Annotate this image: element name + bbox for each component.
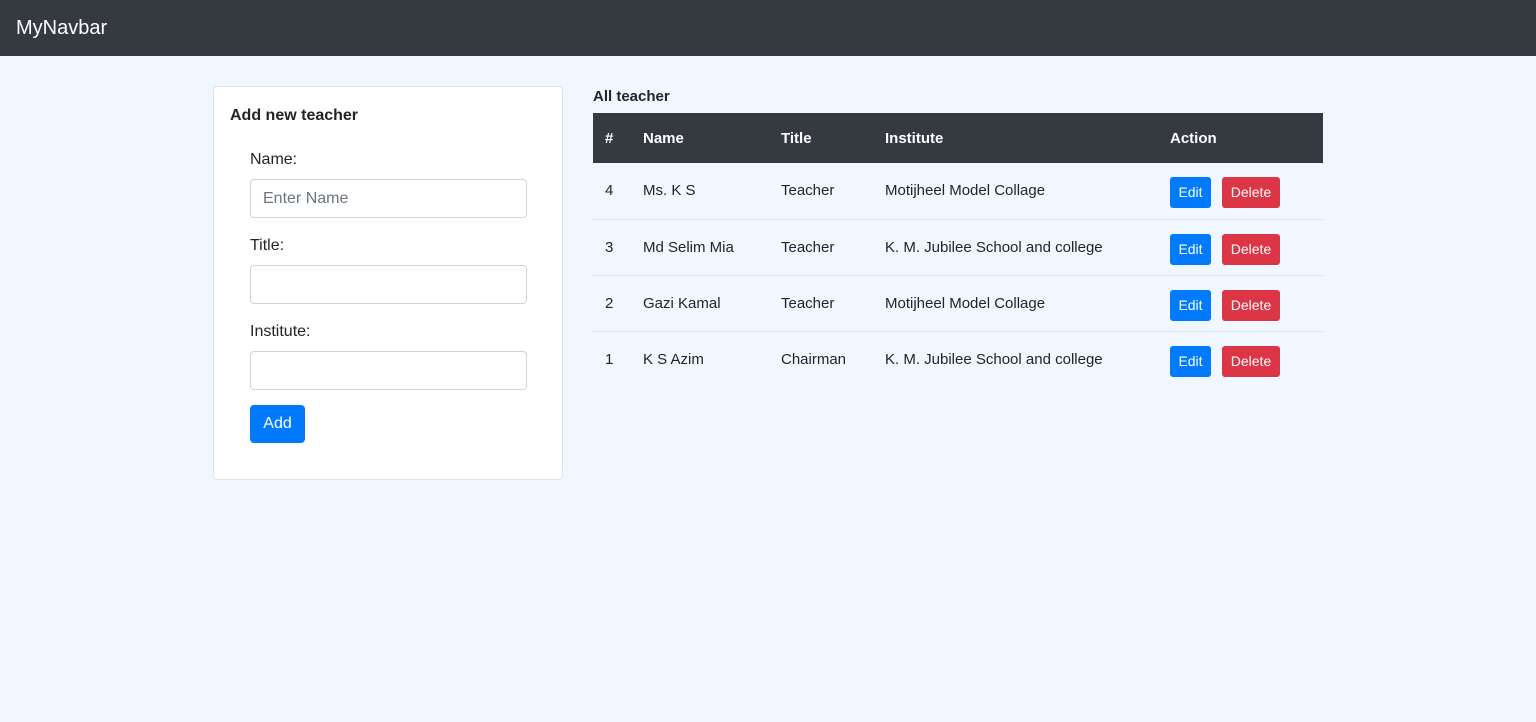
row-institute: K. M. Jubilee School and college	[885, 350, 1103, 368]
institute-input[interactable]	[250, 351, 527, 390]
edit-button[interactable]: Edit	[1170, 289, 1211, 321]
add-teacher-title: Add new teacher	[230, 107, 359, 124]
delete-button[interactable]: Delete	[1222, 177, 1280, 209]
column-header-name: Name	[643, 129, 684, 147]
row-id: 3	[605, 238, 614, 256]
row-name: K S Azim	[643, 350, 704, 368]
navbar: MyNavbar	[0, 0, 1536, 56]
add-button[interactable]: Add	[250, 405, 305, 443]
column-header-institute: Institute	[885, 129, 944, 147]
row-title: Chairman	[781, 350, 847, 368]
row-institute: Motijheel Model Collage	[885, 182, 1046, 200]
delete-button[interactable]: Delete	[1222, 345, 1280, 377]
column-header-title: Title	[781, 129, 812, 147]
table-heading: All teacher	[593, 88, 670, 105]
table-header-row: # Name Title Institute Action	[593, 113, 1323, 163]
table-row: 3 Md Selim Mia Teacher K. M. Jubilee Sch…	[593, 219, 1323, 275]
delete-button[interactable]: Delete	[1222, 233, 1280, 265]
row-id: 2	[605, 294, 614, 312]
column-header-action: Action	[1170, 129, 1217, 147]
row-name: Md Selim Mia	[643, 238, 734, 256]
navbar-brand[interactable]: MyNavbar	[16, 18, 107, 38]
row-actions: Edit Delete	[1170, 331, 1323, 387]
title-input[interactable]	[250, 265, 527, 304]
row-actions: Edit Delete	[1170, 275, 1323, 331]
add-teacher-card: Add new teacher Name: Title: Institute: …	[213, 86, 563, 480]
row-institute: Motijheel Model Collage	[885, 294, 1046, 312]
row-title: Teacher	[781, 182, 835, 200]
edit-button[interactable]: Edit	[1170, 345, 1211, 377]
column-header-number: #	[605, 129, 614, 147]
delete-button[interactable]: Delete	[1222, 289, 1280, 321]
row-title: Teacher	[781, 238, 835, 256]
institute-label: Institute:	[250, 323, 311, 340]
edit-button[interactable]: Edit	[1170, 177, 1211, 209]
row-actions: Edit Delete	[1170, 163, 1323, 219]
title-label: Title:	[250, 237, 285, 254]
table-row: 4 Ms. K S Teacher Motijheel Model Collag…	[593, 163, 1323, 219]
row-id: 1	[605, 350, 614, 368]
row-title: Teacher	[781, 294, 835, 312]
table-row: 1 K S Azim Chairman K. M. Jubilee School…	[593, 331, 1323, 387]
teacher-table: # Name Title Institute Action 4 Ms. K S …	[593, 113, 1323, 387]
name-label: Name:	[250, 151, 298, 168]
row-name: Ms. K S	[643, 182, 696, 200]
row-name: Gazi Kamal	[643, 294, 721, 312]
table-row: 2 Gazi Kamal Teacher Motijheel Model Col…	[593, 275, 1323, 331]
row-institute: K. M. Jubilee School and college	[885, 238, 1103, 256]
row-id: 4	[605, 182, 614, 200]
edit-button[interactable]: Edit	[1170, 233, 1211, 265]
row-actions: Edit Delete	[1170, 219, 1323, 275]
name-input[interactable]	[250, 179, 527, 218]
